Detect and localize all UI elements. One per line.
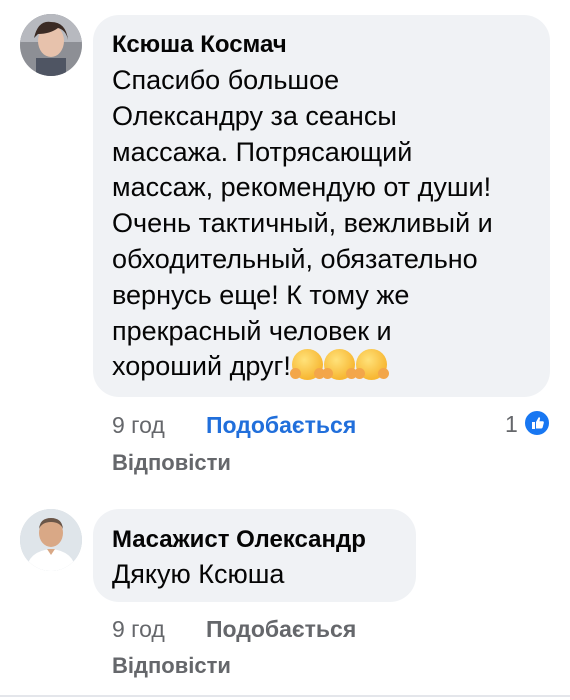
avatar-photo — [20, 509, 82, 571]
reply-button[interactable]: Відповісти — [112, 450, 231, 476]
comment-text-line: прекрасный человек и — [112, 315, 392, 346]
comment-text-line: Олександру за сеансы — [112, 100, 397, 131]
comment-author[interactable]: Ксюша Космач — [112, 31, 287, 59]
comment-bubble: Ксюша Космач Спасибо большое Олександру … — [93, 15, 550, 397]
hugging-face-emoji-icon — [289, 349, 325, 381]
like-reaction-icon[interactable] — [523, 409, 551, 437]
comment-bubble: Масажист Олександр Дякую Ксюша — [93, 509, 416, 602]
comment-author[interactable]: Масажист Олександр — [112, 526, 366, 554]
comment-time[interactable]: 9 год — [112, 616, 165, 643]
comment-text: Спасибо большое Олександру за сеансы мас… — [112, 63, 493, 385]
avatar[interactable] — [20, 509, 82, 571]
avatar[interactable] — [20, 14, 82, 76]
comment-text-line: Дякую Ксюша — [112, 559, 285, 589]
comment-text-line: вернусь еще! К тому же — [112, 279, 410, 310]
comment-time[interactable]: 9 год — [112, 412, 165, 439]
comment-text-line: обходительный, обязательно — [112, 243, 478, 274]
like-button[interactable]: Подобається — [206, 412, 356, 439]
comment-text-fragment: хороший друг! — [112, 351, 291, 382]
reply-button[interactable]: Відповісти — [112, 653, 231, 679]
comment-text-line: Очень тактичный, вежливый и — [112, 208, 493, 239]
comment-text-line: Спасибо большое — [112, 65, 340, 95]
comment-text-line: массаж, рекомендую от души! — [112, 172, 492, 203]
like-button[interactable]: Подобається — [206, 616, 356, 643]
hugging-face-emoji-icon — [321, 349, 357, 381]
comment-text-line: массажа. Потрясающий — [112, 136, 413, 167]
comment-text: Дякую Ксюша — [112, 557, 284, 593]
comment-text-line: хороший друг! — [112, 349, 493, 385]
section-divider — [0, 695, 570, 697]
avatar-photo — [20, 14, 82, 76]
hugging-face-emoji-icon — [353, 349, 389, 381]
thumbs-up-icon — [532, 417, 544, 429]
reaction-count[interactable]: 1 — [505, 411, 518, 438]
